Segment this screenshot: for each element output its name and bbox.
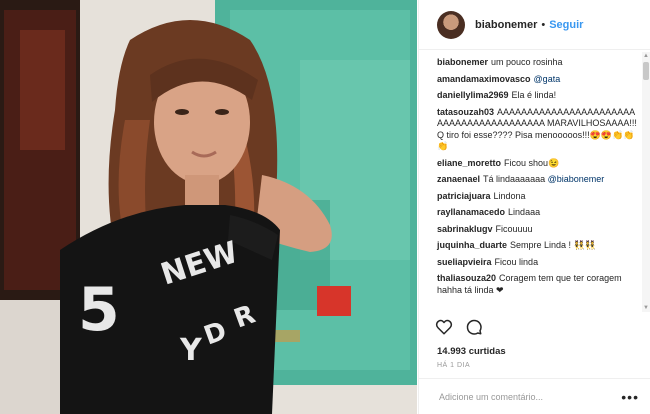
comment-text: Ficouuuu bbox=[495, 223, 533, 234]
heart-icon[interactable] bbox=[435, 318, 453, 336]
comment-username[interactable]: patriciajuara bbox=[437, 191, 491, 201]
comment-text: um pouco rosinha bbox=[491, 57, 563, 67]
scroll-down-icon[interactable]: ▼ bbox=[642, 304, 650, 312]
comment-username[interactable]: juquinha_duarte bbox=[437, 240, 507, 250]
comment-text: Ficou linda bbox=[494, 256, 539, 267]
comment-item: daniellylima2969 Ela é linda! bbox=[437, 90, 641, 102]
photo-illustration: 5 NEW Y D R bbox=[0, 0, 417, 414]
follow-button[interactable]: Seguir bbox=[549, 19, 583, 31]
comment-username[interactable]: amandamaximovasco bbox=[437, 74, 531, 84]
comment-username[interactable]: eliane_moretto bbox=[437, 158, 501, 168]
comment-text: Tá lindaaaaaaa bbox=[483, 174, 546, 184]
shirt-number: 5 bbox=[78, 275, 120, 345]
comment-item: eliane_moretto Ficou shou😉 bbox=[437, 158, 641, 170]
comment-item: amandamaximovasco @gata bbox=[437, 74, 641, 86]
comment-item: zanaenael Tá lindaaaaaaa @biabonemer bbox=[437, 174, 641, 186]
comment-item: juquinha_duarte Sempre Linda ! 👯👯 bbox=[437, 240, 641, 252]
comment-username[interactable]: sueliapvieira bbox=[437, 257, 492, 267]
comment-text: Ela é linda! bbox=[511, 90, 557, 100]
post-header: biabonemer • Seguir bbox=[419, 0, 650, 50]
comments-list[interactable]: biabonemer um pouco rosinha amandamaximova… bbox=[419, 50, 641, 312]
comment-username[interactable]: zanaenael bbox=[437, 174, 480, 184]
add-comment-bar: ••• bbox=[419, 378, 650, 414]
comment-item: biabonemer um pouco rosinha bbox=[437, 57, 641, 69]
scroll-up-icon[interactable]: ▲ bbox=[642, 52, 650, 60]
comments-scrollbar[interactable]: ▲ ▼ bbox=[642, 52, 650, 312]
author-username[interactable]: biabonemer bbox=[475, 19, 537, 31]
comment-item: sabrinaklugv Ficouuuu bbox=[437, 224, 641, 236]
comment-item: patriciajuara Lindona bbox=[437, 191, 641, 203]
comment-text: Lindaaa bbox=[508, 207, 541, 217]
header-separator: • bbox=[541, 18, 546, 31]
likes-count[interactable]: 14.993 curtidas bbox=[437, 346, 506, 357]
comment-username[interactable]: biabonemer bbox=[437, 57, 488, 67]
shirt-letter-y: Y bbox=[179, 333, 203, 368]
comment-item: thaliasouza20 Coragem tem que ter coragem… bbox=[437, 273, 641, 296]
avatar[interactable] bbox=[437, 10, 465, 39]
post-actions bbox=[435, 318, 483, 336]
post-timestamp[interactable]: HÁ 1 DIA bbox=[437, 362, 470, 369]
comment-username[interactable]: thaliasouza20 bbox=[437, 273, 496, 283]
post-photo[interactable]: 5 NEW Y D R bbox=[0, 0, 417, 414]
comment-text: Lindona bbox=[493, 190, 526, 201]
post-sidebar: biabonemer • Seguir biabonemer um pouco r… bbox=[418, 0, 650, 414]
comment-mention[interactable]: @gata bbox=[534, 74, 561, 84]
comment-text: Ficou shou😉 bbox=[504, 157, 560, 168]
comment-input[interactable] bbox=[437, 390, 622, 403]
comment-mention[interactable]: @biabonemer bbox=[548, 174, 605, 184]
comment-username[interactable]: rayllanamacedo bbox=[437, 207, 505, 217]
comment-username[interactable]: sabrinaklugv bbox=[437, 224, 493, 234]
comment-username[interactable]: daniellylima2969 bbox=[437, 90, 509, 100]
comment-item: sueliapvieira Ficou linda bbox=[437, 257, 641, 269]
comment-text: Sempre Linda ! 👯👯 bbox=[510, 240, 596, 250]
comment-item: tatasouzah03 AAAAAAAAAAAAAAAAAAAAAAAAAAAA… bbox=[437, 107, 641, 153]
comment-username[interactable]: tatasouzah03 bbox=[437, 107, 494, 117]
scroll-thumb[interactable] bbox=[643, 62, 649, 80]
comment-icon[interactable] bbox=[465, 318, 483, 336]
comment-item: rayllanamacedo Lindaaa bbox=[437, 207, 641, 219]
more-options-icon[interactable]: ••• bbox=[621, 389, 639, 405]
